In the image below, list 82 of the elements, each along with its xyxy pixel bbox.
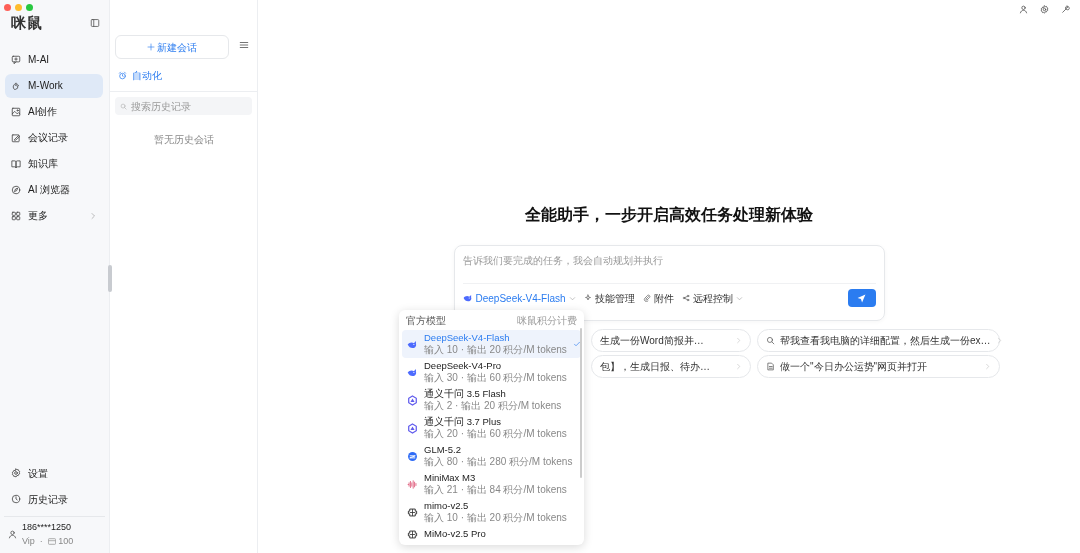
resize-handle[interactable]	[108, 265, 112, 292]
compass-icon	[11, 184, 21, 195]
toolbar-button[interactable]: 附件	[642, 290, 674, 306]
nav-item[interactable]: AI 浏览器	[5, 177, 103, 202]
menu-icon	[239, 39, 249, 50]
nav-item[interactable]: M-Work	[5, 73, 103, 98]
model-option[interactable]: 通义千问 3.7 Plus 输入 20 · 输出 60 积分/M tokens	[402, 414, 581, 442]
separator-dot: ·	[39, 534, 43, 548]
chevron-right-icon	[735, 337, 742, 344]
grid-icon	[11, 210, 21, 221]
suggestion-chip[interactable]: 帮我查看我电脑的详细配置，然后生成一份ex…	[757, 329, 1000, 352]
model-option[interactable]: MiMo-v2.5 Pro	[402, 526, 581, 542]
credit-card-icon	[47, 537, 56, 545]
settings-icon	[1040, 5, 1049, 14]
nav-item[interactable]: AI创作	[5, 99, 103, 124]
nav-item[interactable]: M-AI	[5, 47, 103, 72]
page-heading: 全能助手，一步开启高效任务处理新体验	[525, 205, 813, 225]
chevron-right-icon	[735, 363, 742, 370]
credit-count: 100	[58, 534, 74, 548]
send-icon	[857, 293, 866, 303]
hexagon-icon	[407, 394, 418, 406]
waveform-icon	[407, 478, 418, 490]
send-button[interactable]	[847, 289, 876, 307]
search-input[interactable]: 搜索历史记录	[131, 98, 247, 114]
circle-logo-icon	[407, 450, 418, 462]
new-chat-button[interactable]: 新建会话	[115, 35, 229, 59]
sparkle-icon	[583, 294, 592, 302]
user-icon	[8, 530, 17, 539]
sidebar-toggle-icon	[90, 18, 100, 29]
whale-icon	[462, 293, 473, 303]
cube-logo-icon	[407, 528, 418, 540]
nav-item[interactable]: 知识库	[5, 151, 103, 176]
paperclip-icon	[642, 294, 651, 302]
clock-icon	[11, 494, 21, 504]
image-icon	[11, 106, 21, 117]
suggestion-chip[interactable]: 生成一份Word简报并…	[591, 329, 751, 352]
search-icon	[120, 102, 127, 110]
alarm-clock-icon	[118, 71, 127, 80]
edit-note-icon	[11, 132, 21, 143]
app-logo: 咪鼠	[11, 13, 43, 33]
tools-button[interactable]	[1061, 5, 1070, 14]
settings-icon	[11, 468, 21, 478]
search-icon	[766, 336, 775, 345]
chat-icon	[11, 54, 21, 65]
model-select-button[interactable]: DeepSeek-V4-Flash	[462, 290, 576, 306]
user-button[interactable]	[1019, 5, 1028, 14]
plus-icon	[146, 43, 155, 51]
nav-item[interactable]: 历史记录	[5, 487, 103, 511]
model-option[interactable]: DeepSeek-V4-Flash 输入 10 · 输出 20 积分/M tokens	[402, 330, 581, 358]
suggestion-chip[interactable]: 做一个"今日办公运势"网页并打开	[757, 355, 1000, 378]
nav-item[interactable]: 设置	[5, 461, 103, 485]
toolbar-button[interactable]: 技能管理	[583, 290, 635, 306]
scrollbar[interactable]	[580, 328, 582, 478]
nav-item[interactable]: 更多	[5, 203, 103, 228]
cube-logo-icon	[407, 506, 418, 518]
user-tier-label: Vip	[22, 534, 35, 548]
empty-history-text: 暂无历史会话	[152, 133, 215, 147]
user-icon	[1019, 5, 1028, 14]
model-option[interactable]: DeepSeek-V4-Pro 输入 30 · 输出 60 积分/M tokens	[402, 358, 581, 386]
nav-item[interactable]: 会议记录	[5, 125, 103, 150]
wrench-icon	[1061, 5, 1070, 14]
caret-icon	[568, 294, 576, 302]
hexagon-icon	[407, 422, 418, 434]
model-option[interactable]: MiniMax M3 输入 21 · 输出 84 积分/M tokens	[402, 470, 581, 498]
chevron-right-icon	[984, 363, 991, 370]
chevron-right-icon	[995, 337, 1003, 344]
menu-section-title: 官方模型	[406, 314, 446, 328]
model-option[interactable]: 通义千问 3.5 Flash 输入 2 · 输出 20 积分/M tokens	[402, 386, 581, 414]
check-icon	[572, 340, 581, 348]
settings-button[interactable]	[1040, 5, 1049, 14]
menu-button[interactable]	[239, 39, 249, 50]
share-icon	[681, 294, 690, 302]
history-search-field[interactable]: 搜索历史记录	[115, 97, 252, 115]
sidebar-toggle-button[interactable]	[90, 18, 100, 29]
suggestion-chip[interactable]: 包】，生成日报、待办…	[591, 355, 751, 378]
book-icon	[11, 158, 21, 169]
document-icon	[766, 362, 775, 371]
toolbar-button[interactable]: 远程控制	[681, 290, 743, 306]
hand-icon	[11, 80, 21, 91]
user-phone: 186****1250	[22, 521, 73, 534]
automation-link[interactable]: 自动化	[116, 68, 164, 83]
model-option[interactable]: mimo-v2.5 输入 10 · 输出 20 积分/M tokens	[402, 498, 581, 526]
